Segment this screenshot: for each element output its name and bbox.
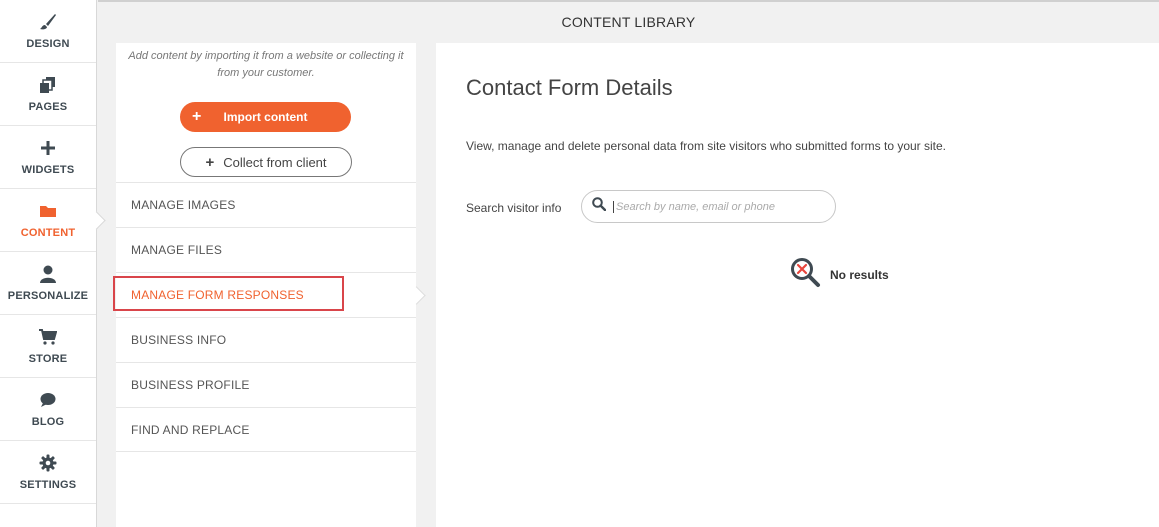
content-library-header: CONTENT LIBRARY <box>98 0 1159 42</box>
page-title: CONTENT LIBRARY <box>561 14 696 30</box>
menu-item-label: MANAGE IMAGES <box>131 198 236 212</box>
import-content-label: Import content <box>223 110 308 124</box>
person-icon <box>38 264 58 284</box>
highlight-box <box>113 276 344 311</box>
nav-label: DESIGN <box>26 38 70 50</box>
contact-form-details-panel: Contact Form Details View, manage and de… <box>436 43 1159 527</box>
nav-item-settings[interactable]: SETTINGS <box>0 441 96 504</box>
menu-item-manage-images[interactable]: MANAGE IMAGES <box>116 182 416 227</box>
nav-item-pages[interactable]: PAGES <box>0 63 96 126</box>
search-label: Search visitor info <box>466 201 562 215</box>
nav-label: CONTENT <box>20 227 76 239</box>
plus-icon: + <box>205 153 215 171</box>
nav-label: STORE <box>28 353 68 365</box>
pages-icon <box>38 75 58 95</box>
left-nav: DESIGN PAGES WIDGETS CONTENT PERSONALIZE… <box>0 0 97 527</box>
menu-item-label: BUSINESS PROFILE <box>131 378 250 392</box>
search-field[interactable] <box>581 190 836 223</box>
library-description: Add content by importing it from a websi… <box>128 50 404 79</box>
menu-item-label: FIND AND REPLACE <box>131 422 250 437</box>
menu-item-label: BUSINESS INFO <box>131 333 227 347</box>
menu-item-label: MANAGE FILES <box>131 243 223 257</box>
cart-icon <box>38 327 58 347</box>
nav-item-widgets[interactable]: WIDGETS <box>0 126 96 189</box>
import-content-button[interactable]: + Import content <box>180 102 351 132</box>
menu-item-manage-files[interactable]: MANAGE FILES <box>116 227 416 272</box>
nav-item-store[interactable]: STORE <box>0 315 96 378</box>
plus-icon <box>38 138 58 158</box>
menu-item-business-info[interactable]: BUSINESS INFO <box>116 317 416 362</box>
no-results-text: No results <box>830 268 889 282</box>
menu-item-manage-form-responses[interactable]: MANAGE FORM RESPONSES <box>113 272 416 317</box>
chat-bubble-icon <box>38 390 58 410</box>
nav-label: PAGES <box>28 101 68 113</box>
no-results-message: No results <box>790 257 889 293</box>
search-icon <box>592 197 607 216</box>
collect-from-client-button[interactable]: + Collect from client <box>180 147 352 177</box>
section-description: View, manage and delete personal data fr… <box>466 139 947 153</box>
nav-item-design[interactable]: DESIGN <box>0 0 96 63</box>
library-panel: Add content by importing it from a websi… <box>113 43 416 527</box>
brush-icon <box>38 12 58 32</box>
menu-item-business-profile[interactable]: BUSINESS PROFILE <box>116 362 416 407</box>
nav-item-content[interactable]: CONTENT <box>0 189 96 252</box>
plus-icon: + <box>192 108 202 125</box>
section-title: Contact Form Details <box>466 75 673 100</box>
search-input[interactable] <box>613 200 818 213</box>
collect-from-client-label: Collect from client <box>223 154 327 170</box>
nav-label: SETTINGS <box>19 479 77 491</box>
nav-label: WIDGETS <box>21 164 75 176</box>
menu-item-find-and-replace[interactable]: FIND AND REPLACE <box>116 407 416 452</box>
nav-label: PERSONALIZE <box>7 290 89 302</box>
no-results-icon <box>790 257 821 293</box>
library-menu: MANAGE IMAGES MANAGE FILES MANAGE FORM R… <box>113 182 416 452</box>
nav-label: BLOG <box>31 416 65 428</box>
folder-icon <box>38 201 58 221</box>
gear-icon <box>38 453 58 473</box>
nav-item-blog[interactable]: BLOG <box>0 378 96 441</box>
nav-item-personalize[interactable]: PERSONALIZE <box>0 252 96 315</box>
